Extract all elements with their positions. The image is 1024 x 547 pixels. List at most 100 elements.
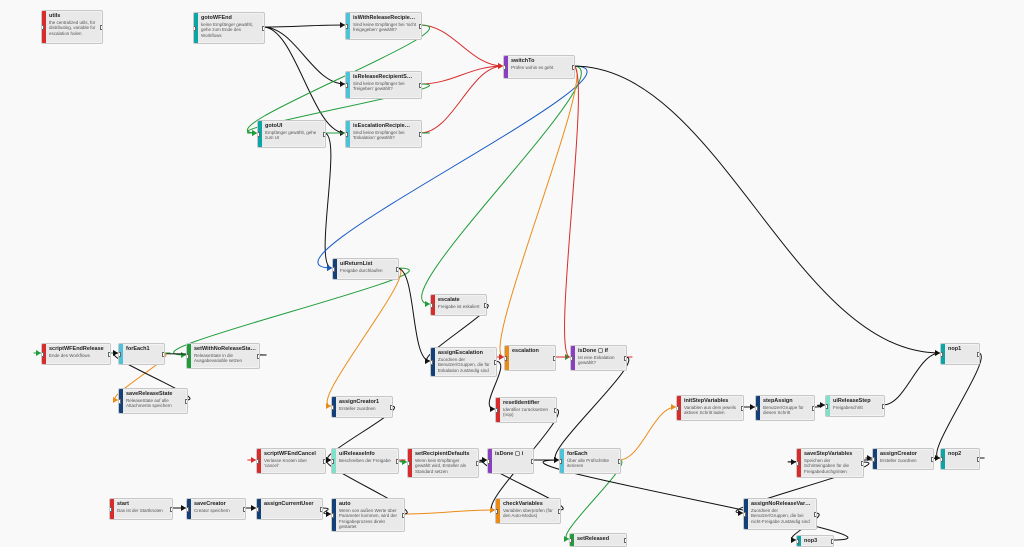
node-scriptWFEndCancel[interactable]: scriptWFEndCancelVerlasse Knoten über 'c… (256, 448, 326, 474)
port-out[interactable] (323, 132, 326, 137)
port-out[interactable] (396, 267, 399, 272)
port-in[interactable] (495, 509, 498, 514)
port-in[interactable] (41, 25, 44, 30)
node-nop3[interactable]: nop3 (796, 535, 834, 547)
port-in[interactable] (559, 459, 562, 464)
port-out[interactable] (419, 132, 422, 137)
port-in[interactable] (504, 356, 507, 361)
port-in[interactable] (872, 457, 875, 462)
port-out[interactable] (257, 354, 260, 359)
node-switchTo[interactable]: switchToPrüfen wohin es geht (503, 55, 575, 79)
port-in[interactable] (940, 457, 943, 462)
node-gotoWFEnd[interactable]: gotoWFEndkeine Empfänger gewählt, gehe z… (193, 12, 265, 44)
port-in[interactable] (345, 132, 348, 137)
port-in[interactable] (345, 24, 348, 29)
node-assignEscalation[interactable]: assignEscalationZuordnen der Benutzer/Gr… (430, 347, 497, 377)
node-forEach1[interactable]: forEach1 (118, 343, 165, 365)
port-out[interactable] (396, 459, 399, 464)
node-saveReleaseState[interactable]: saveReleaseStateReleaseState auf alle At… (118, 388, 188, 414)
port-in[interactable] (430, 303, 433, 308)
port-out[interactable] (320, 507, 323, 512)
node-stepAssign[interactable]: stepAssignBenutzer/Gruppe für diesen Sch… (755, 395, 815, 421)
port-in[interactable] (118, 352, 121, 357)
port-in[interactable] (487, 459, 490, 464)
node-initStepVariables[interactable]: initStepVariablesVariablen aus dem jewei… (676, 395, 744, 421)
node-escalation_badge[interactable]: escalation (504, 345, 556, 371)
port-out[interactable] (243, 507, 246, 512)
port-in[interactable] (331, 405, 334, 410)
node-escalate[interactable]: escalateFreigabe ist eskaliert (430, 294, 487, 316)
port-out[interactable] (162, 352, 165, 357)
port-in[interactable] (796, 539, 799, 544)
node-assignCreator[interactable]: assignCreatorErsteller zuordnen (872, 448, 934, 470)
node-start[interactable]: startDas ist der Startknoten (109, 498, 173, 520)
port-out[interactable] (108, 352, 111, 357)
port-in[interactable] (257, 132, 260, 137)
port-out[interactable] (814, 512, 817, 517)
node-utils[interactable]: utilsthe centralized utils, für distribu… (41, 10, 103, 44)
node-assignCreator1[interactable]: assignCreator1Ersteller zuordnen (331, 396, 393, 418)
node-isReleaseRecipientSet[interactable]: isReleaseRecipientS…Sind keine Empfänger… (345, 71, 422, 99)
port-out[interactable] (558, 509, 561, 514)
node-resetIdentifier[interactable]: resetIdentifierIdentifier zurücksetzen (… (495, 397, 557, 423)
port-in[interactable] (796, 461, 799, 466)
port-in[interactable] (331, 459, 334, 464)
node-isEscalationRecipient[interactable]: isEscalationRecipie…Sind keine Empfänger… (345, 120, 422, 148)
port-out[interactable] (554, 408, 557, 413)
node-scriptWFEndRelease[interactable]: scriptWFEndReleaseEnde des Workflows (41, 343, 111, 365)
port-in[interactable] (186, 354, 189, 359)
port-out[interactable] (931, 457, 934, 462)
node-isDone[interactable]: isDone ▢ ifIst eine Eskalation gewählt? (570, 345, 627, 371)
port-out[interactable] (402, 513, 405, 518)
port-out[interactable] (882, 404, 885, 409)
port-in[interactable] (256, 459, 259, 464)
port-out[interactable] (831, 539, 834, 544)
port-out[interactable] (170, 507, 173, 512)
port-out[interactable] (618, 459, 621, 464)
node-isDone2[interactable]: isDone ▢ i (487, 448, 534, 474)
port-out[interactable] (812, 406, 815, 411)
port-out[interactable] (624, 538, 627, 543)
port-out[interactable] (977, 457, 980, 462)
port-in[interactable] (256, 507, 259, 512)
port-in[interactable] (118, 399, 121, 404)
port-out[interactable] (861, 461, 864, 466)
port-out[interactable] (419, 83, 422, 88)
port-in[interactable] (570, 356, 573, 361)
node-checkVariables[interactable]: checkVariablesVariablen überprüfen (für … (495, 498, 561, 524)
port-out[interactable] (476, 461, 479, 466)
port-out[interactable] (484, 303, 487, 308)
node-isWithReleaseRecipients[interactable]: isWithReleaseRecipie…Sind keine Empfänge… (345, 12, 422, 40)
port-in[interactable] (345, 83, 348, 88)
port-out[interactable] (419, 24, 422, 29)
node-saveCreator[interactable]: saveCreatorCreator speichern (186, 498, 246, 520)
port-in[interactable] (430, 360, 433, 365)
node-uiReleaseInfo[interactable]: uiReleaseInfoBeschreiben der Freigabe (331, 448, 399, 474)
node-setReleased[interactable]: setReleased (569, 533, 627, 547)
node-nop2[interactable]: nop2 (940, 448, 980, 470)
port-out[interactable] (390, 405, 393, 410)
port-in[interactable] (676, 406, 679, 411)
node-setRecipientDefaults[interactable]: setRecipientDefaultsWenn kein Empfänger … (407, 448, 479, 478)
port-in[interactable] (503, 65, 506, 70)
port-out[interactable] (531, 459, 534, 464)
node-gotoUI[interactable]: gotoUIEmpfänger gewählt, gehe zum UI (257, 120, 326, 148)
node-uiReleaseStep[interactable]: uiReleaseStepFreigabeschritt (825, 395, 885, 417)
port-in[interactable] (407, 461, 410, 466)
port-in[interactable] (755, 406, 758, 411)
port-in[interactable] (109, 507, 112, 512)
node-nop1[interactable]: nop1 (940, 343, 980, 365)
port-out[interactable] (553, 356, 556, 361)
node-setWithNoReleaseState[interactable]: setWithNoReleaseSta…ReleaseState in die … (186, 343, 260, 369)
port-out[interactable] (494, 360, 497, 365)
port-in[interactable] (940, 352, 943, 357)
port-out[interactable] (262, 26, 265, 31)
node-uiReturnList[interactable]: uiReturnListFreigabe durchlaufen (332, 258, 399, 280)
port-in[interactable] (193, 26, 196, 31)
node-assignCurrentUser[interactable]: assignCurrentUser (256, 498, 323, 520)
port-in[interactable] (332, 267, 335, 272)
port-out[interactable] (323, 459, 326, 464)
port-out[interactable] (100, 25, 103, 30)
port-out[interactable] (624, 356, 627, 361)
port-in[interactable] (331, 513, 334, 518)
